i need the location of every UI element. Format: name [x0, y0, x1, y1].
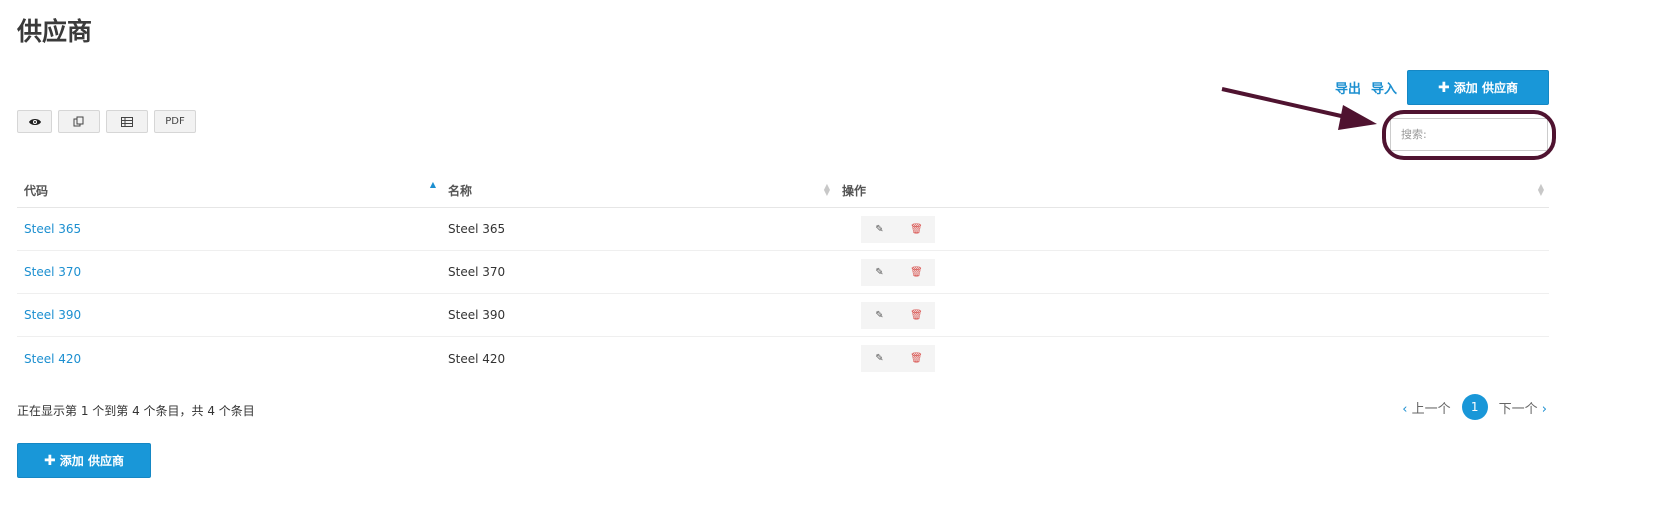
row-actions: ✎ 🗑	[861, 345, 1549, 372]
edit-icon: ✎	[875, 309, 884, 321]
trash-icon: 🗑	[910, 223, 923, 235]
next-page-label: 下一个	[1498, 401, 1538, 417]
sort-icon: ▲ ▼	[823, 182, 830, 197]
export-link[interactable]: 导出	[1335, 78, 1361, 97]
sort-ascending-icon: ▲	[429, 180, 436, 189]
search-input[interactable]	[1390, 118, 1548, 151]
add-supplier-label: 添加 供应商	[1453, 81, 1518, 95]
copy-button[interactable]	[58, 110, 100, 133]
plus-icon: ✚	[44, 452, 56, 469]
column-header-code[interactable]: 代码 ▲	[17, 173, 441, 207]
column-header-name-label: 名称	[448, 183, 473, 198]
add-supplier-bottom-button[interactable]: ✚ 添加 供应商	[17, 443, 151, 478]
edit-button[interactable]: ✎	[861, 301, 898, 329]
excel-button[interactable]	[106, 110, 148, 133]
delete-button[interactable]: 🗑	[898, 258, 935, 286]
supplier-name: Steel 370	[448, 265, 506, 279]
eye-icon	[28, 118, 41, 125]
table-row: Steel 370 Steel 370 ✎ 🗑	[17, 251, 1549, 294]
edit-icon: ✎	[875, 266, 884, 278]
pdf-button[interactable]: PDF	[154, 110, 196, 133]
table-icon	[121, 116, 133, 127]
delete-button[interactable]: 🗑	[898, 345, 935, 372]
next-page-button[interactable]: 下一个 ›	[1499, 398, 1547, 417]
sort-icon: ▲ ▼	[1537, 182, 1544, 197]
supplier-name: Steel 365	[448, 222, 506, 236]
copy-icon	[73, 116, 84, 126]
trash-icon: 🗑	[910, 266, 923, 278]
edit-button[interactable]: ✎	[861, 215, 898, 243]
search-container	[1390, 118, 1548, 151]
edit-button[interactable]: ✎	[861, 258, 898, 286]
pagination: ‹ 上一个 1 下一个 ›	[1402, 394, 1547, 420]
delete-button[interactable]: 🗑	[898, 301, 935, 329]
column-header-code-label: 代码	[24, 183, 49, 198]
supplier-code-link[interactable]: Steel 420	[24, 352, 81, 366]
supplier-name: Steel 420	[448, 351, 506, 366]
add-supplier-button[interactable]: ✚ 添加 供应商	[1407, 70, 1549, 105]
export-tools: PDF	[17, 110, 202, 133]
edit-button[interactable]: ✎	[861, 345, 898, 372]
supplier-code-link[interactable]: Steel 370	[24, 265, 81, 279]
column-header-actions[interactable]: 操作 ▲ ▼	[835, 173, 1549, 207]
trash-icon: 🗑	[910, 353, 923, 364]
table-row: Steel 420 Steel 420 ✎ 🗑	[17, 337, 1549, 380]
delete-button[interactable]: 🗑	[898, 215, 935, 243]
plus-icon: ✚	[1438, 79, 1450, 96]
table-row: Steel 390 Steel 390 ✎ 🗑	[17, 294, 1549, 337]
table-info: 正在显示第 1 个到第 4 个条目，共 4 个条目	[17, 404, 255, 418]
previous-page-label: 上一个	[1411, 401, 1451, 417]
table-row: Steel 365 Steel 365 ✎ 🗑	[17, 208, 1549, 251]
chevron-right-icon: ›	[1541, 401, 1547, 417]
supplier-code-link[interactable]: Steel 390	[24, 308, 81, 322]
page-title: 供应商	[17, 17, 93, 46]
row-actions: ✎ 🗑	[861, 301, 1549, 329]
supplier-code-link[interactable]: Steel 365	[24, 222, 81, 236]
edit-icon: ✎	[875, 353, 884, 364]
column-header-name[interactable]: 名称 ▲ ▼	[441, 173, 835, 207]
previous-page-button[interactable]: ‹ 上一个	[1402, 398, 1450, 417]
import-link[interactable]: 导入	[1371, 78, 1397, 97]
edit-icon: ✎	[875, 223, 884, 235]
chevron-left-icon: ‹	[1402, 401, 1408, 417]
view-columns-button[interactable]	[17, 110, 52, 133]
row-actions: ✎ 🗑	[861, 215, 1549, 243]
add-supplier-bottom-label: 添加 供应商	[59, 454, 124, 468]
top-actions: 导出 导入 ✚ 添加 供应商	[1325, 70, 1549, 105]
page-number-button[interactable]: 1	[1461, 394, 1488, 420]
suppliers-table: 代码 ▲ 名称 ▲ ▼ 操作 ▲ ▼ Steel 365 Steel 365 ✎ 🗑…	[17, 173, 1549, 380]
row-actions: ✎ 🗑	[861, 258, 1549, 286]
column-header-actions-label: 操作	[842, 183, 867, 198]
table-header: 代码 ▲ 名称 ▲ ▼ 操作 ▲ ▼	[17, 173, 1549, 208]
supplier-name: Steel 390	[448, 308, 506, 322]
trash-icon: 🗑	[910, 309, 923, 321]
